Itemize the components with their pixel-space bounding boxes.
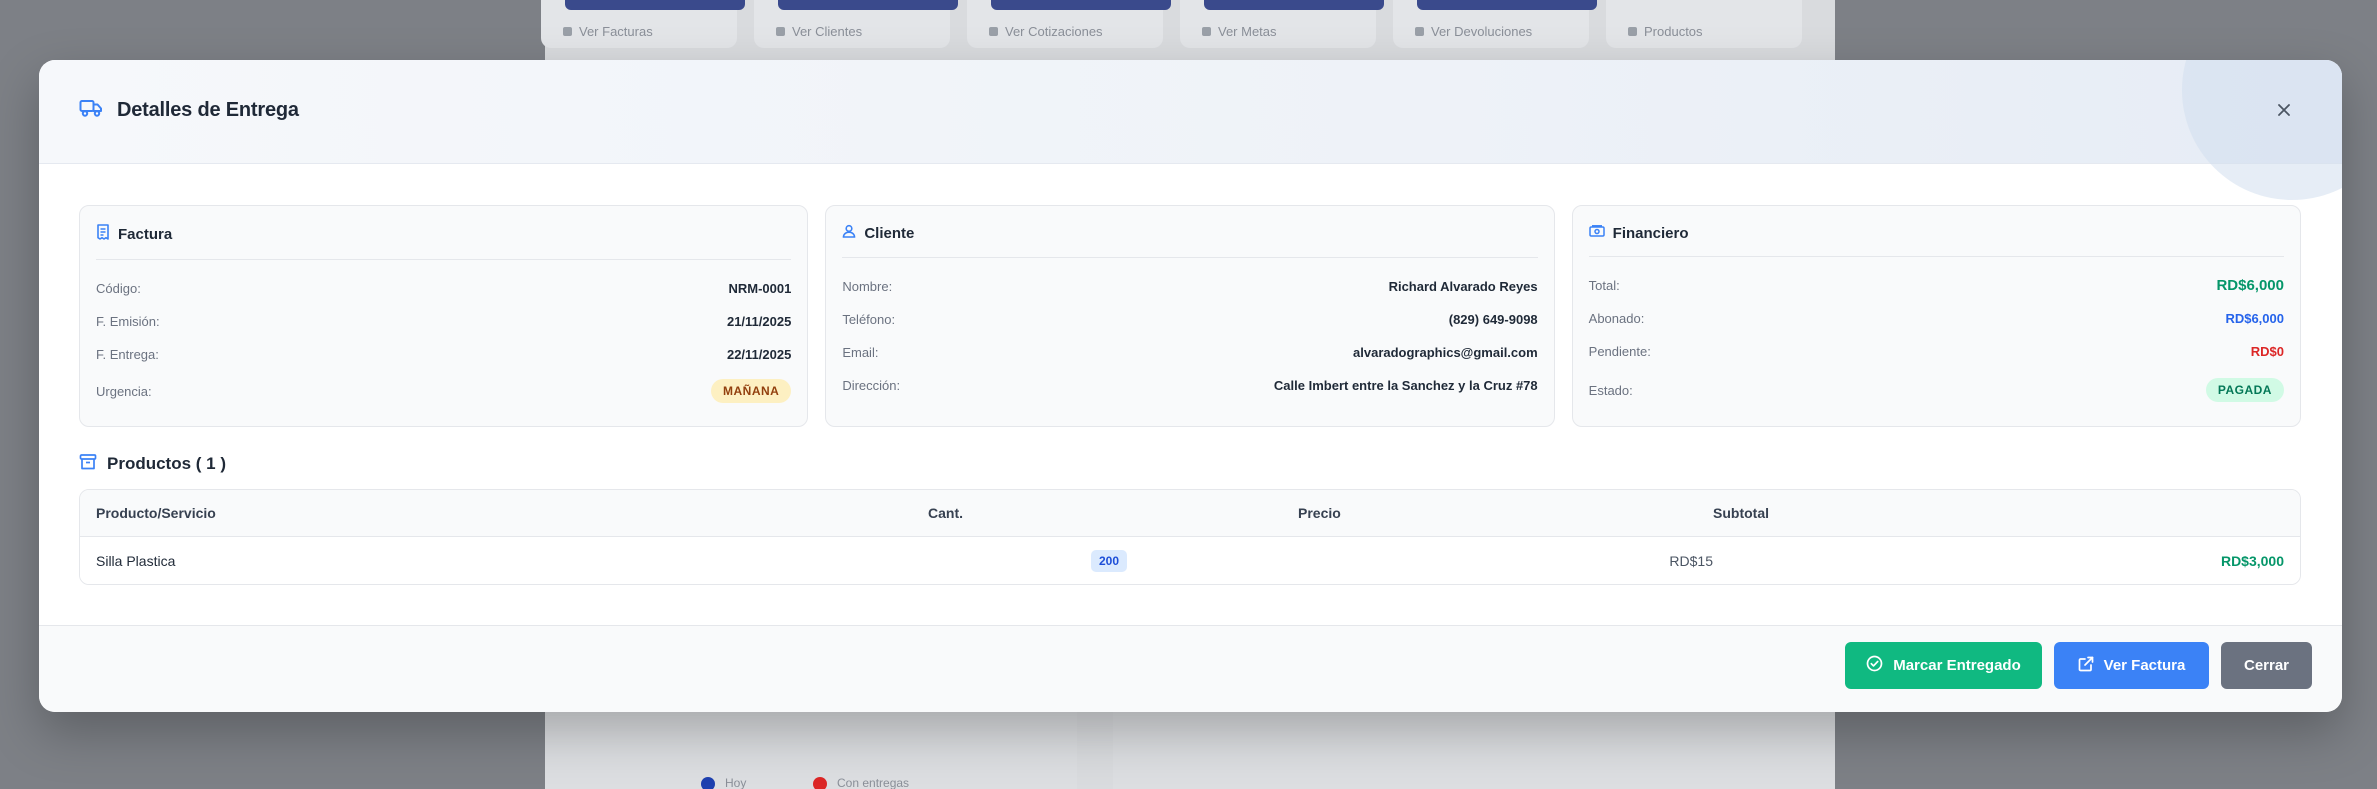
cell-precio: RD$15 <box>1669 552 1713 569</box>
modal-header: Detalles de Entrega <box>39 60 2342 200</box>
card-title: Cliente <box>864 225 915 242</box>
modal-title: Detalles de Entrega <box>117 99 299 121</box>
bg-card-devoluciones: Ver Devoluciones <box>1393 0 1597 48</box>
cliente-email: Email: alvaradographics@gmail.com <box>842 345 1538 360</box>
bg-card-productos: Productos <box>1606 0 1802 48</box>
check-circle-icon <box>1866 655 1883 676</box>
cliente-direccion: Dirección: Calle Imbert entre la Sanchez … <box>842 378 1538 393</box>
bg-legend-deliveries: Con entregas <box>813 776 909 789</box>
bg-card-clientes: Ver Clientes <box>754 0 958 48</box>
truck-icon <box>79 98 103 123</box>
card-title: Factura <box>118 226 173 243</box>
close-button[interactable] <box>2268 96 2300 128</box>
close-icon <box>2277 103 2291 122</box>
factura-urgencia: Urgencia: MAÑANA <box>96 371 792 411</box>
archive-icon <box>79 453 97 476</box>
products-table: Producto/Servicio Cant. Precio Subtotal … <box>79 489 2301 585</box>
bg-card-cotizaciones: Ver Cotizaciones <box>967 0 1171 48</box>
status-badge: PAGADA <box>2205 378 2284 402</box>
quantity-badge: 200 <box>1091 549 1128 572</box>
card-financiero: Financiero Total: RD$6,000 Abonado: RD$6,0… <box>1571 205 2301 427</box>
delivery-details-modal: Detalles de Entrega Factura Código: NRM-0… <box>39 60 2342 712</box>
bg-card-metas: Ver Metas <box>1180 0 1384 48</box>
money-icon <box>1588 224 1605 242</box>
cell-subtotal: RD$3,000 <box>2220 552 2284 569</box>
fin-pendiente: Pendiente: RD$0 <box>1588 344 2284 359</box>
view-invoice-button[interactable]: Ver Factura <box>2054 642 2209 689</box>
fin-abonado: Abonado: RD$6,000 <box>1588 311 2284 326</box>
cliente-nombre: Nombre: Richard Alvarado Reyes <box>842 279 1538 294</box>
col-cantidad: Cant. <box>928 505 963 521</box>
info-cards: Factura Código: NRM-0001 F. Emisión: 21/11… <box>79 205 2301 427</box>
factura-emision: F. Emisión: 21/11/2025 <box>96 314 792 329</box>
products-heading: Productos ( 1 ) <box>79 453 2301 475</box>
products-title: Productos ( 1 ) <box>107 454 227 473</box>
modal-footer: Marcar Entregado Ver Factura Cerrar <box>39 625 2342 712</box>
cliente-telefono: Teléfono: (829) 649-9098 <box>842 312 1538 327</box>
col-subtotal: Subtotal <box>1713 505 1769 521</box>
fin-estado: Estado: PAGADA <box>1589 368 2284 412</box>
modal-body: Factura Código: NRM-0001 F. Emisión: 21/11… <box>79 205 2301 585</box>
factura-codigo: Código: NRM-0001 <box>96 281 792 296</box>
background-shortcuts: Ver Facturas Ver Clientes Ver Cotizacion… <box>541 0 1835 60</box>
card-title: Financiero <box>1612 224 1689 242</box>
col-producto: Producto/Servicio <box>96 505 216 521</box>
card-cliente: Cliente Nombre: Richard Alvarado Reyes Te… <box>825 205 1555 427</box>
fin-total: Total: RD$6,000 <box>1588 277 2284 294</box>
bg-card-facturas: Ver Facturas <box>541 0 745 48</box>
external-link-icon <box>2078 656 2094 676</box>
user-icon <box>842 224 856 243</box>
card-factura: Factura Código: NRM-0001 F. Emisión: 21/11… <box>79 205 809 427</box>
urgency-badge: MAÑANA <box>711 379 792 403</box>
table-header: Producto/Servicio Cant. Precio Subtotal <box>80 490 2300 537</box>
bg-legend-today: Hoy <box>701 776 746 789</box>
mark-delivered-button[interactable]: Marcar Entregado <box>1845 642 2042 689</box>
factura-entrega: F. Entrega: 22/11/2025 <box>96 347 792 362</box>
col-precio: Precio <box>1298 505 1341 521</box>
close-modal-button[interactable]: Cerrar <box>2221 642 2312 689</box>
cell-producto: Silla Plastica <box>96 552 176 569</box>
receipt-icon <box>96 224 110 245</box>
table-row: Silla Plastica 200 RD$15 RD$3,000 <box>80 537 2300 584</box>
